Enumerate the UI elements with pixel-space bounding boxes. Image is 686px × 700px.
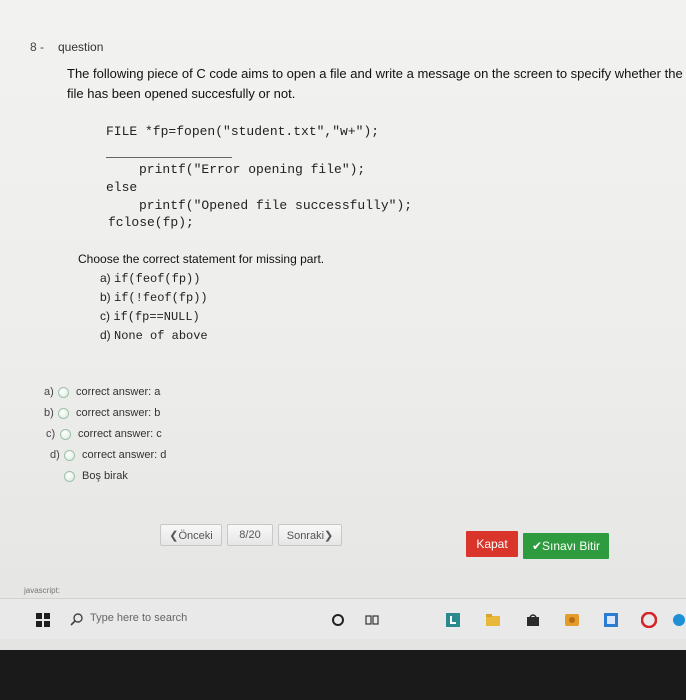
radio-button[interactable] [58, 386, 69, 398]
answer-leave-blank[interactable]: Boş birak [64, 467, 128, 485]
option-code: None of above [114, 329, 208, 343]
taskbar: Type here to search [0, 598, 686, 639]
answer-label: correct answer: b [76, 407, 161, 419]
code-line-success: printf("Opened file successfully"); [139, 198, 413, 213]
search-icon [70, 613, 83, 626]
opera-icon[interactable] [641, 612, 657, 628]
close-button[interactable]: Kapat [466, 531, 518, 557]
task-view-icon[interactable] [365, 613, 379, 627]
radio-button[interactable] [64, 470, 75, 482]
answer-label: correct answer: c [78, 428, 162, 440]
option-letter: d) [100, 328, 111, 342]
question-text: The following piece of C code aims to op… [67, 66, 683, 101]
answer-label: correct answer: d [82, 449, 167, 461]
windows-start-icon[interactable] [36, 613, 50, 627]
option-letter: b) [100, 290, 111, 304]
answer-label: Boş birak [82, 470, 128, 482]
answer-label: correct answer: a [76, 386, 161, 398]
answer-d[interactable]: d) correct answer: d [50, 446, 166, 464]
store-icon[interactable] [526, 613, 540, 627]
exam-screen: 8 - question The following piece of C co… [0, 0, 686, 650]
question-number: 8 - [30, 40, 45, 54]
taskbar-search-input[interactable]: Type here to search [90, 612, 187, 624]
option-a: a) if(feof(fp)) [100, 271, 200, 286]
option-c: c) if(fp==NULL) [100, 309, 200, 324]
app-blue-icon[interactable] [604, 613, 618, 627]
app-partial-icon[interactable] [672, 613, 686, 627]
file-explorer-icon[interactable] [486, 613, 500, 627]
radio-button[interactable] [60, 428, 71, 440]
answer-letter: c) [46, 428, 56, 440]
code-line-fclose: fclose(fp); [108, 215, 194, 230]
option-d: d) None of above [100, 328, 208, 343]
answer-letter: b) [44, 407, 54, 419]
answer-c[interactable]: c) correct answer: c [46, 425, 162, 443]
answer-b[interactable]: b) correct answer: b [44, 404, 160, 422]
previous-button[interactable]: ❮Önceki [160, 524, 222, 546]
option-letter: a) [100, 271, 111, 285]
status-bar-text: javascript: [24, 586, 61, 595]
option-code: if(fp==NULL) [113, 310, 200, 324]
code-line-fopen: FILE *fp=fopen("student.txt","w+"); [106, 124, 380, 139]
choice-prompt: Choose the correct statement for missing… [78, 252, 325, 266]
option-code: if(feof(fp)) [114, 272, 201, 286]
option-letter: c) [100, 309, 110, 323]
cortana-icon[interactable] [331, 613, 345, 627]
finish-exam-button[interactable]: ✔Sınavı Bitir [523, 533, 609, 559]
answer-a[interactable]: a) correct answer: a [44, 383, 160, 401]
page-indicator: 8/20 [227, 524, 273, 546]
app-orange-icon[interactable] [565, 613, 579, 627]
option-code: if(!feof(fp)) [114, 291, 208, 305]
answer-letter: d) [50, 449, 60, 461]
option-b: b) if(!feof(fp)) [100, 290, 208, 305]
next-button[interactable]: Sonraki❯ [278, 524, 342, 546]
radio-button[interactable] [64, 449, 75, 461]
code-line-else: else [106, 180, 138, 195]
app-l-icon[interactable] [446, 613, 460, 627]
answer-letter: a) [44, 386, 54, 398]
question-label: question [58, 40, 104, 54]
missing-part-blank [106, 157, 232, 158]
radio-button[interactable] [58, 407, 69, 419]
code-line-error: printf("Error opening file"); [139, 162, 366, 177]
